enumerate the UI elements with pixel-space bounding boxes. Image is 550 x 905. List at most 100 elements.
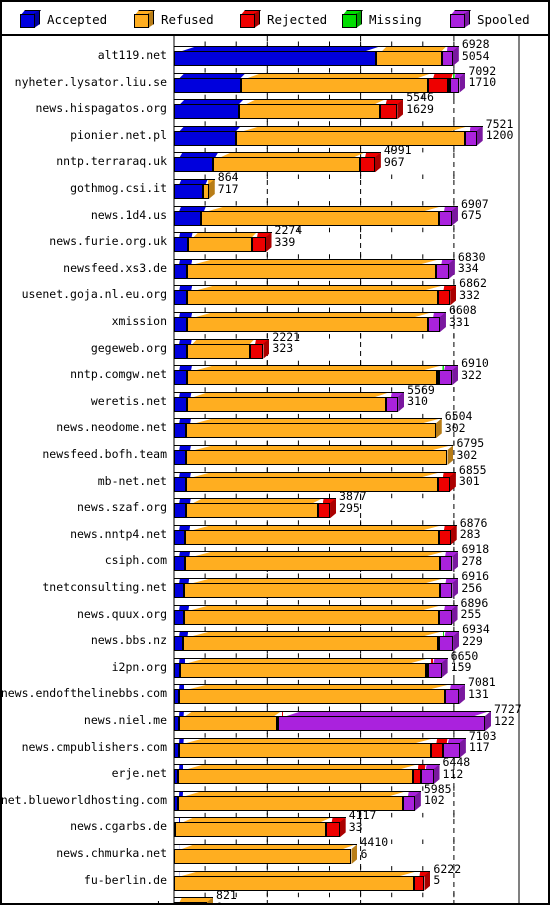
bar-value-labels: 6928 5054 — [461, 38, 490, 63]
bar-i2pn.org[interactable] — [174, 657, 448, 678]
bar-secondary-value: 102 — [423, 793, 445, 808]
bar-newsfeed.xs3.de[interactable] — [174, 258, 455, 279]
bar-value-labels: 6855 301 — [459, 464, 487, 488]
bar-segment-refused — [174, 875, 415, 891]
bar-segment-rejected — [251, 237, 266, 253]
legend-item-accepted[interactable]: Accepted — [20, 6, 107, 32]
bar-news.nntp4.net[interactable] — [174, 524, 457, 545]
y-axis-label: news.furie.org.uk — [49, 234, 167, 249]
bar-secondary-value: 278 — [461, 553, 483, 568]
bar-value-labels: 4117 33 — [349, 810, 377, 833]
bar-value-labels: 6448 112 — [443, 757, 471, 780]
bar-value-labels: 4991 967 — [384, 145, 412, 168]
chart-row: usenet.goja.nl.eu.org 6862 332 — [2, 278, 548, 306]
bar-fu-berlin.de[interactable] — [174, 870, 431, 891]
bar-segment-accepted — [174, 476, 187, 492]
bar-segment-spooled — [439, 370, 453, 386]
bar-segment-accepted — [174, 184, 203, 199]
bar-news.swapon.de[interactable] — [174, 897, 214, 903]
bar-segment-accepted — [174, 343, 187, 359]
bar-usenet.goja.nl.eu.org[interactable] — [174, 285, 457, 306]
bar-segment-accepted — [174, 317, 188, 332]
bar-value-labels: 6862 332 — [459, 278, 487, 301]
chart-row: i2pn.org 6650 159 — [2, 650, 548, 679]
bar-news.cmpublishers.com[interactable] — [174, 737, 466, 758]
bar-value-labels: 6918 278 — [461, 544, 489, 567]
bar-pionier.net.pl[interactable] — [174, 125, 483, 146]
bar-mb-net.net[interactable] — [174, 471, 456, 492]
chart-row: tnetconsulting.net 6916 256 — [2, 570, 548, 599]
bar-secondary-value: 256 — [461, 580, 483, 595]
bar-news.quux.org[interactable] — [174, 604, 458, 625]
bar-value-labels: 2274 339 — [275, 225, 303, 248]
y-axis-label: news.cmpublishers.com — [21, 739, 167, 754]
legend-item-refused[interactable]: Refused — [134, 6, 214, 32]
bar-secondary-value: 283 — [459, 527, 481, 542]
y-axis-label: nyheter.lysator.liu.se — [14, 74, 167, 89]
bar-segment-refused — [178, 716, 277, 731]
bar-news.furie.org.uk[interactable] — [174, 232, 272, 253]
y-axis-label: gegeweb.org — [90, 340, 167, 355]
y-axis-label: news.swapon.de — [70, 899, 167, 903]
bar-gegeweb.org[interactable] — [174, 338, 270, 359]
bar-weretis.net[interactable] — [174, 391, 405, 412]
bar-tnetconsulting.net[interactable] — [174, 578, 459, 598]
chart-row: news.quux.org 6896 255 — [2, 597, 548, 626]
cube-icon — [20, 10, 41, 28]
bar-segment-accepted — [174, 450, 187, 465]
chart-row: pionier.net.pl 7521 1200 — [2, 118, 548, 147]
bar-segment-refused — [187, 317, 428, 332]
bar-usenet.blueworldhosting.com[interactable] — [174, 790, 421, 811]
bar-value-labels: 6907 675 — [461, 198, 489, 222]
legend-item-spooled[interactable]: Spooled — [450, 6, 530, 32]
bar-value-labels: 6650 159 — [451, 650, 479, 674]
bar-segment-spooled — [436, 263, 449, 279]
bar-news.bbs.nz[interactable] — [174, 631, 460, 652]
bar-value-labels: 8210 — [216, 890, 237, 903]
bar-segment-refused — [184, 583, 441, 598]
chart-row: news.furie.org.uk 2274 339 — [2, 225, 548, 253]
bar-news.1d4.us[interactable] — [174, 205, 458, 226]
bar-news.neodome.net[interactable] — [174, 418, 442, 439]
bar-news.chmurka.net[interactable] — [174, 844, 358, 864]
bar-segment-accepted — [174, 210, 202, 226]
bar-alt119.net[interactable] — [174, 46, 459, 66]
bar-secondary-value: 295 — [339, 500, 360, 515]
bar-segment-refused — [179, 689, 445, 705]
chart-row: news.cmpublishers.com 7103 117 — [2, 730, 548, 759]
bar-news.niel.me[interactable] — [174, 711, 491, 731]
y-axis-label: erje.net — [111, 766, 167, 781]
bar-segment-accepted — [174, 529, 186, 545]
cube-icon — [342, 10, 363, 28]
bar-secondary-value: 5 — [433, 873, 441, 888]
bar-segment-spooled — [427, 317, 440, 332]
bar-newsfeed.bofh.team[interactable] — [174, 445, 454, 465]
chart-row: gegeweb.org 2221 323 — [2, 331, 548, 360]
bar-csiph.com[interactable] — [174, 551, 459, 572]
bar-nntp.terraraq.uk[interactable] — [174, 152, 381, 173]
bar-news.szaf.org[interactable] — [174, 498, 337, 519]
bar-news.cgarbs.de[interactable] — [174, 817, 346, 838]
bar-secondary-value: 5054 — [461, 48, 490, 63]
y-axis-label: alt119.net — [97, 48, 167, 62]
bar-value-labels: 2221 323 — [272, 331, 300, 356]
bar-segment-refused — [185, 503, 318, 519]
y-axis-label: csiph.com — [104, 553, 167, 568]
chart-row: news.nntp4.net 6876 283 — [2, 517, 548, 546]
bar-secondary-value: 323 — [272, 341, 294, 356]
bar-segment-accepted — [174, 157, 214, 173]
y-axis-label: nntp.terraraq.uk — [56, 154, 167, 169]
chart-row: nntp.comgw.net 6910 322 — [2, 358, 548, 386]
bar-segment-rejected — [359, 157, 375, 173]
legend-item-rejected[interactable]: Rejected — [240, 6, 327, 32]
bar-value-labels: 7521 1200 — [486, 118, 514, 142]
bar-segment-rejected — [431, 742, 443, 758]
bar-erje.net[interactable] — [174, 764, 440, 785]
bar-xmission[interactable] — [174, 312, 446, 332]
bar-segment-accepted — [174, 237, 188, 253]
legend-item-missing[interactable]: Missing — [342, 6, 422, 32]
chart-row: usenet.blueworldhosting.com 5985102 — [2, 783, 548, 812]
bar-gothmog.csi.it[interactable] — [174, 179, 215, 199]
bar-news.endofthelinebbs.com[interactable] — [174, 684, 465, 705]
bar-news.hispagatos.org[interactable] — [174, 99, 404, 120]
